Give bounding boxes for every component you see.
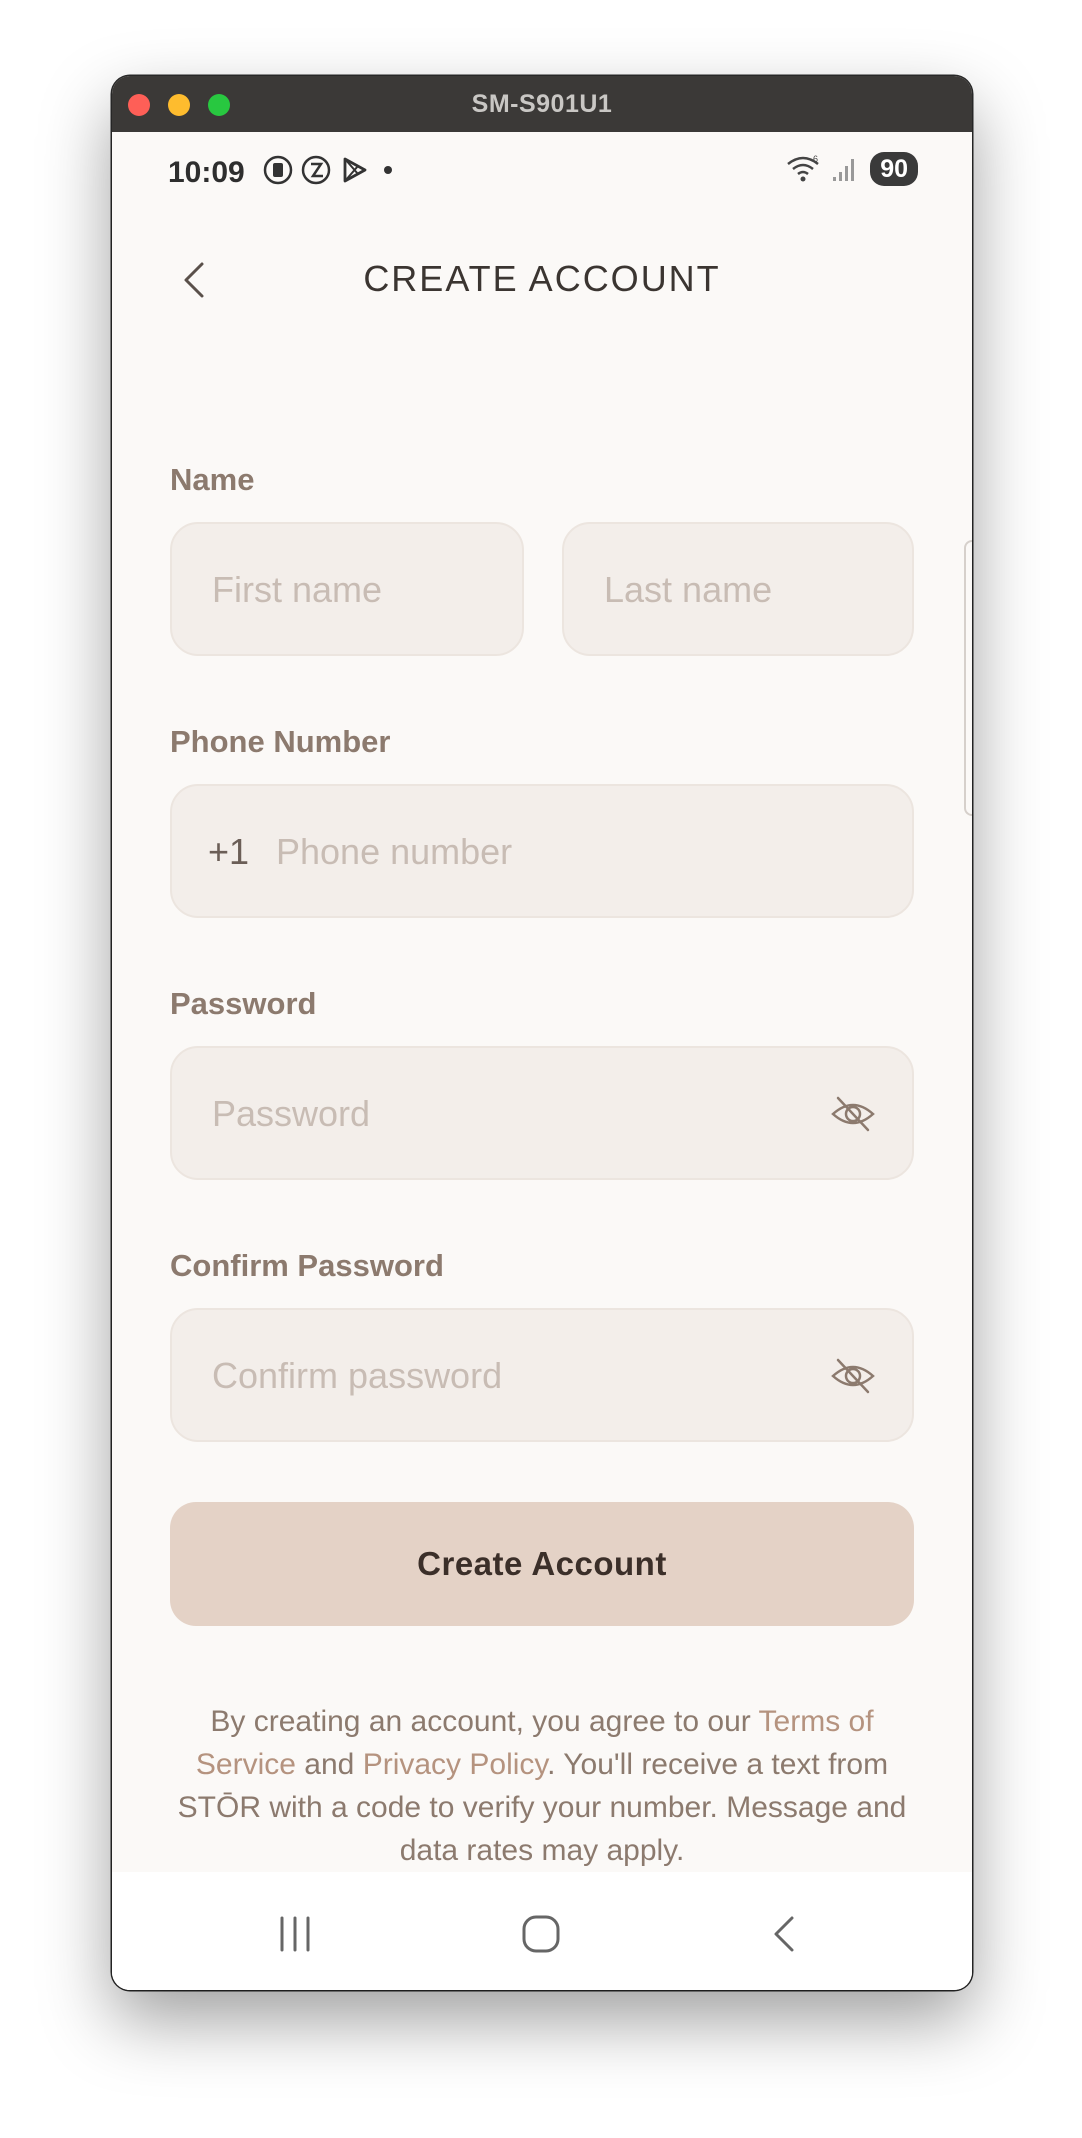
- home-icon[interactable]: [516, 1912, 566, 1956]
- recent-apps-icon[interactable]: [270, 1912, 320, 1956]
- dot-icon: [384, 166, 392, 174]
- legal-text: and: [295, 1748, 363, 1781]
- confirm-password-label: Confirm Password: [170, 1248, 444, 1283]
- legal-notice: By creating an account, you agree to our…: [168, 1700, 916, 1872]
- country-code-prefix[interactable]: +1: [208, 831, 249, 873]
- back-nav-icon[interactable]: [760, 1912, 810, 1956]
- eye-slash-icon[interactable]: [830, 1094, 876, 1134]
- last-name-input[interactable]: [602, 524, 896, 656]
- legal-text: By creating an account, you agree to our: [210, 1705, 759, 1738]
- status-time: 10:09: [168, 156, 245, 189]
- android-nav-bar: [112, 1872, 972, 1990]
- wifi-icon: 6: [787, 154, 819, 182]
- sim-icon: [263, 155, 293, 185]
- device-window: SM-S901U1 10:09 6 90 CREATE ACCOUNT Name…: [112, 76, 972, 1990]
- window-titlebar: SM-S901U1: [112, 76, 972, 133]
- name-label: Name: [170, 462, 255, 497]
- password-label: Password: [170, 986, 317, 1021]
- status-icons-right: 6 90: [786, 152, 918, 186]
- eye-slash-icon[interactable]: [830, 1356, 876, 1396]
- privacy-policy-link[interactable]: Privacy Policy: [363, 1748, 547, 1781]
- battery-indicator: 90: [870, 152, 918, 186]
- phone-input[interactable]: [274, 786, 878, 918]
- first-name-field[interactable]: [170, 522, 524, 656]
- confirm-password-field[interactable]: [170, 1308, 914, 1442]
- phone-field[interactable]: +1: [170, 784, 914, 918]
- play-store-icon: [343, 157, 367, 183]
- status-icons-left: [262, 154, 400, 186]
- password-input[interactable]: [210, 1048, 794, 1180]
- signal-icon: [833, 159, 855, 181]
- window-title: SM-S901U1: [471, 90, 613, 118]
- svg-text:6: 6: [813, 154, 818, 164]
- last-name-field[interactable]: [562, 522, 914, 656]
- phone-screen: 10:09 6 90 CREATE ACCOUNT Name First nam…: [112, 132, 972, 1990]
- first-name-input[interactable]: [210, 524, 504, 656]
- phone-label: Phone Number: [170, 724, 391, 759]
- scrollbar[interactable]: [964, 540, 972, 816]
- page-title: CREATE ACCOUNT: [363, 258, 721, 299]
- confirm-password-input[interactable]: [210, 1310, 794, 1442]
- data-saver-icon: [301, 155, 331, 185]
- create-account-button[interactable]: Create Account: [170, 1502, 914, 1626]
- password-field[interactable]: [170, 1046, 914, 1180]
